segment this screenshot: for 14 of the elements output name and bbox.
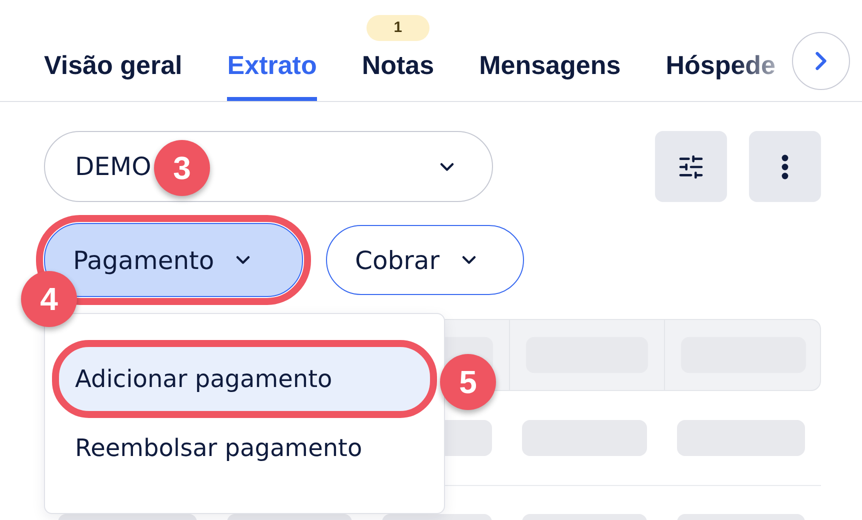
menu-item[interactable]: Reembolsar pagamento — [59, 416, 430, 480]
filter-button[interactable] — [655, 131, 727, 202]
tab[interactable]: Extrato — [227, 50, 317, 101]
step-marker: 3 — [154, 140, 210, 196]
sliders-icon — [677, 152, 705, 180]
tab[interactable]: Visão geral — [44, 50, 182, 101]
step-marker: 4 — [21, 271, 77, 327]
tab[interactable]: Mensagens — [479, 50, 621, 101]
tab[interactable]: Hóspede — [666, 50, 776, 101]
count-badge: 1 — [366, 15, 430, 41]
more-icon — [781, 154, 789, 180]
menu-item[interactable]: Adicionar pagamento — [59, 347, 430, 411]
more-options-button[interactable] — [749, 131, 821, 202]
dropdown-button[interactable]: Cobrar — [326, 225, 524, 295]
